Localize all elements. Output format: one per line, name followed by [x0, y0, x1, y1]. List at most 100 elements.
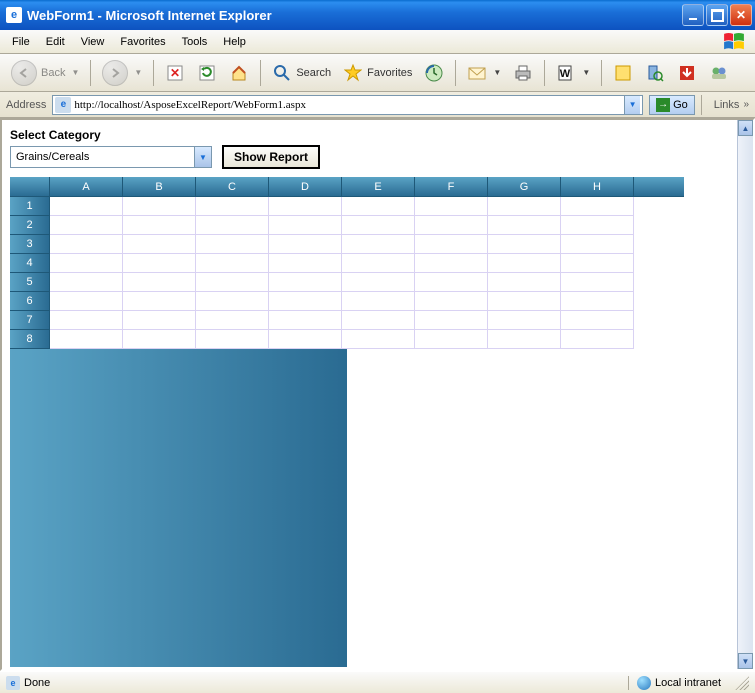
cell[interactable]	[123, 235, 196, 254]
cell[interactable]	[561, 235, 634, 254]
menu-help[interactable]: Help	[215, 33, 254, 51]
edit-button[interactable]: W ▼	[551, 59, 595, 87]
cell[interactable]	[342, 216, 415, 235]
chevron-down-icon[interactable]: ▼	[194, 147, 211, 167]
col-header[interactable]: C	[196, 177, 269, 197]
forward-button[interactable]: ▼	[97, 59, 147, 87]
cell[interactable]	[196, 216, 269, 235]
cell[interactable]	[415, 254, 488, 273]
row-header[interactable]: 1	[10, 197, 50, 216]
cell[interactable]	[561, 311, 634, 330]
cell[interactable]	[561, 216, 634, 235]
cell[interactable]	[488, 254, 561, 273]
cell[interactable]	[123, 273, 196, 292]
show-report-button[interactable]: Show Report	[222, 145, 320, 169]
address-field[interactable]: e ▼	[52, 95, 643, 115]
col-header[interactable]: F	[415, 177, 488, 197]
cell[interactable]	[415, 273, 488, 292]
research-button[interactable]	[640, 59, 670, 87]
scroll-track[interactable]	[738, 136, 753, 653]
col-header[interactable]: G	[488, 177, 561, 197]
scroll-down-button[interactable]: ▼	[738, 653, 753, 669]
links-toolbar[interactable]: Links »	[714, 99, 749, 111]
security-zone[interactable]: Local intranet	[628, 676, 729, 690]
cell[interactable]	[488, 311, 561, 330]
row-header[interactable]: 5	[10, 273, 50, 292]
cell[interactable]	[50, 197, 123, 216]
col-header[interactable]: H	[561, 177, 634, 197]
cell[interactable]	[561, 330, 634, 349]
cell[interactable]	[50, 254, 123, 273]
select-all-corner[interactable]	[10, 177, 50, 197]
print-button[interactable]	[508, 59, 538, 87]
cell[interactable]	[488, 216, 561, 235]
cell[interactable]	[123, 254, 196, 273]
menu-view[interactable]: View	[73, 33, 113, 51]
col-header[interactable]: E	[342, 177, 415, 197]
scroll-up-button[interactable]: ▲	[738, 120, 753, 136]
discuss-button[interactable]	[608, 59, 638, 87]
messenger-button[interactable]	[704, 59, 734, 87]
row-header[interactable]: 8	[10, 330, 50, 349]
cell[interactable]	[269, 330, 342, 349]
cell[interactable]	[561, 292, 634, 311]
cell[interactable]	[488, 273, 561, 292]
cell[interactable]	[488, 235, 561, 254]
back-button[interactable]: Back ▼	[6, 59, 84, 87]
cell[interactable]	[269, 197, 342, 216]
go-button[interactable]: → Go	[649, 95, 695, 115]
cell[interactable]	[123, 311, 196, 330]
col-header[interactable]: D	[269, 177, 342, 197]
flashget-button[interactable]	[672, 59, 702, 87]
cell-area[interactable]	[50, 197, 634, 349]
cell[interactable]	[342, 311, 415, 330]
cell[interactable]	[123, 216, 196, 235]
cell[interactable]	[415, 311, 488, 330]
row-header[interactable]: 6	[10, 292, 50, 311]
cell[interactable]	[196, 292, 269, 311]
cell[interactable]	[342, 273, 415, 292]
cell[interactable]	[488, 292, 561, 311]
cell[interactable]	[342, 292, 415, 311]
cell[interactable]	[415, 235, 488, 254]
cell[interactable]	[50, 235, 123, 254]
cell[interactable]	[269, 311, 342, 330]
cell[interactable]	[415, 330, 488, 349]
cell[interactable]	[50, 216, 123, 235]
cell[interactable]	[269, 254, 342, 273]
cell[interactable]	[269, 216, 342, 235]
cell[interactable]	[488, 197, 561, 216]
cell[interactable]	[123, 197, 196, 216]
menu-edit[interactable]: Edit	[38, 33, 73, 51]
row-header[interactable]: 2	[10, 216, 50, 235]
menu-file[interactable]: File	[4, 33, 38, 51]
cell[interactable]	[342, 254, 415, 273]
cell[interactable]	[269, 273, 342, 292]
cell[interactable]	[50, 311, 123, 330]
cell[interactable]	[50, 292, 123, 311]
cell[interactable]	[196, 330, 269, 349]
resize-grip[interactable]	[735, 676, 749, 690]
cell[interactable]	[415, 216, 488, 235]
row-header[interactable]: 3	[10, 235, 50, 254]
cell[interactable]	[196, 197, 269, 216]
menu-tools[interactable]: Tools	[174, 33, 216, 51]
stop-button[interactable]: ✕	[160, 59, 190, 87]
mail-button[interactable]: ▼	[462, 59, 506, 87]
cell[interactable]	[415, 292, 488, 311]
refresh-button[interactable]	[192, 59, 222, 87]
cell[interactable]	[123, 292, 196, 311]
cell[interactable]	[269, 235, 342, 254]
row-header[interactable]: 4	[10, 254, 50, 273]
favorites-button[interactable]: Favorites	[338, 59, 417, 87]
cell[interactable]	[488, 330, 561, 349]
cell[interactable]	[415, 197, 488, 216]
vertical-scrollbar[interactable]: ▲ ▼	[737, 120, 753, 669]
col-header[interactable]: B	[123, 177, 196, 197]
cell[interactable]	[561, 273, 634, 292]
spreadsheet-grid[interactable]: A B C D E F G H 1 2 3 4 5 6	[10, 177, 684, 667]
cell[interactable]	[269, 292, 342, 311]
cell[interactable]	[561, 254, 634, 273]
col-header[interactable]: A	[50, 177, 123, 197]
category-select[interactable]: Grains/Cereals ▼	[10, 146, 212, 168]
